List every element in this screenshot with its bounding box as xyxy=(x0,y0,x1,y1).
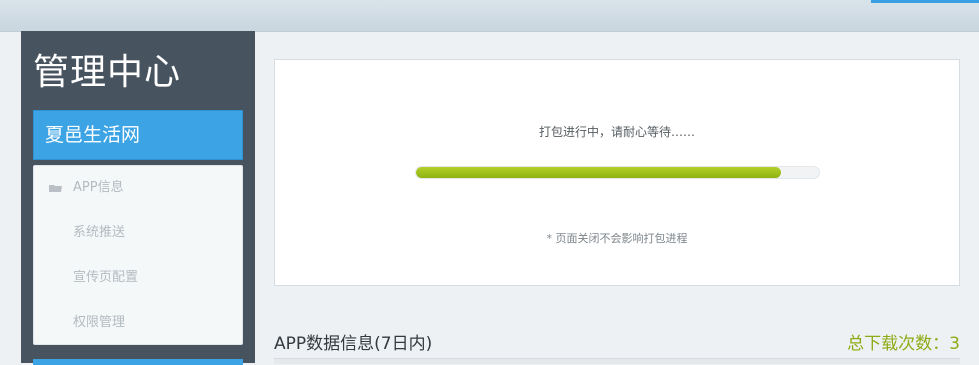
packaging-status-text: 打包进行中，请耐心等待…… xyxy=(538,125,695,139)
sidebar-item-system-push[interactable]: 系统推送 xyxy=(34,218,242,248)
top-accent-tab[interactable] xyxy=(871,0,979,3)
sidebar-item-promo-config[interactable]: 宣传页配置 xyxy=(34,263,242,293)
stats-table-header xyxy=(274,358,960,364)
sidebar-item-permissions[interactable]: 权限管理 xyxy=(34,308,242,338)
folder-icon xyxy=(49,185,62,192)
sidebar-item-app-info[interactable]: APP信息 xyxy=(34,173,242,203)
packaging-card: 打包进行中，请耐心等待…… * 页面关闭不会影响打包进程 xyxy=(274,59,960,286)
progress-fill xyxy=(416,167,782,178)
sidebar-item-label: 系统推送 xyxy=(73,225,126,240)
packaging-note: * 页面关闭不会影响打包进程 xyxy=(546,232,688,245)
top-bar xyxy=(0,0,979,32)
sidebar-item-label: 权限管理 xyxy=(73,315,126,330)
sidebar-menu: APP信息 系统推送 宣传页配置 权限管理 xyxy=(33,165,243,345)
total-downloads: 总下载次数：3 xyxy=(847,329,960,354)
packaging-progress-bar xyxy=(415,166,820,179)
site-name-button[interactable]: 夏邑生活网 xyxy=(33,110,243,160)
sidebar-title: 管理中心 xyxy=(33,52,182,93)
sidebar-next-item[interactable] xyxy=(33,359,243,365)
sidebar-item-label: APP信息 xyxy=(73,180,124,195)
sidebar: 管理中心 夏邑生活网 APP信息 系统推送 宣传页配置 权限管理 xyxy=(21,31,255,365)
total-downloads-value: 3 xyxy=(949,334,960,354)
total-downloads-label: 总下载次数： xyxy=(847,334,950,354)
sidebar-item-label: 宣传页配置 xyxy=(73,270,139,285)
stats-title: APP数据信息(7日内) xyxy=(274,334,433,354)
